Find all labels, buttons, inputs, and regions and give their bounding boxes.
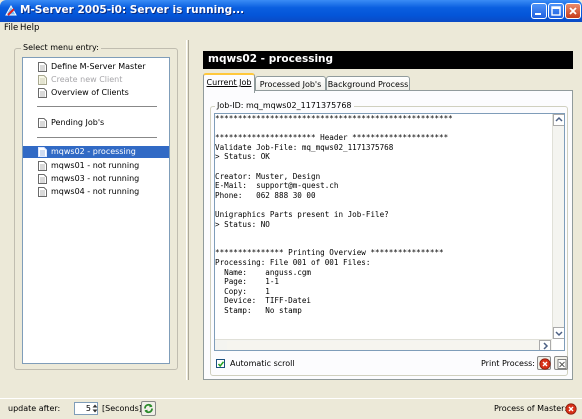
- sidebar-item-define-master[interactable]: Define M-Server Master: [23, 61, 169, 73]
- stop-icon: [539, 358, 551, 370]
- stop-master-button[interactable]: [564, 402, 578, 416]
- client-header: mqws02 - processing: [203, 51, 573, 69]
- scroll-right-button[interactable]: [539, 340, 551, 350]
- checkmark-icon: [217, 361, 225, 368]
- horizontal-scrollbar[interactable]: [215, 339, 552, 350]
- sidebar-item-label: mqws01 - not running: [51, 161, 140, 170]
- spinner-arrows-icon[interactable]: [92, 403, 98, 414]
- stop-icon: [565, 403, 577, 415]
- vertical-scrollbar[interactable]: [552, 114, 564, 339]
- job-id-legend: Job-ID: mq_mqws02_1171375768: [215, 101, 354, 110]
- job-log[interactable]: ****************************************…: [214, 113, 565, 351]
- menu-entry-list: Define M-Server Master Create new Client…: [22, 57, 170, 364]
- sidebar-item-mqws03[interactable]: mqws03 - not running: [23, 173, 169, 185]
- minimize-button[interactable]: [531, 3, 547, 19]
- refresh-button[interactable]: [141, 401, 156, 416]
- tab-current-job[interactable]: Current Job: [203, 73, 255, 93]
- scroll-up-button[interactable]: [553, 114, 564, 126]
- sidebar-item-label: Pending Job's: [51, 118, 105, 127]
- sidebar-item-mqws04[interactable]: mqws04 - not running: [23, 186, 169, 198]
- title-bar[interactable]: M-Server 2005-i0: Server is running...: [0, 0, 582, 22]
- close-icon: [569, 7, 577, 15]
- close-button[interactable]: [565, 3, 581, 19]
- arrow-down-icon: [555, 331, 563, 337]
- document-icon: [38, 174, 47, 184]
- update-interval-stepper[interactable]: 5: [74, 402, 98, 415]
- sidebar-item-label: mqws03 - not running: [51, 174, 140, 183]
- document-icon: [38, 147, 47, 157]
- maximize-button[interactable]: [548, 3, 564, 19]
- sidebar-item-label: mqws04 - not running: [51, 187, 140, 196]
- status-bar: update after: 5 [Seconds] Process of Mas…: [0, 398, 582, 419]
- arrow-right-icon: [543, 342, 549, 350]
- document-icon: [38, 62, 47, 72]
- master-process-label: Process of Master:: [494, 404, 568, 413]
- divider: [37, 106, 157, 108]
- window-title: M-Server 2005-i0: Server is running...: [20, 4, 245, 16]
- maximize-icon: [551, 6, 561, 16]
- autoscroll-checkbox[interactable]: [216, 359, 225, 368]
- horizontal-scroll-thumb[interactable]: [227, 341, 539, 350]
- menu-entry-legend: Select menu entry:: [21, 43, 101, 52]
- document-icon: [38, 161, 47, 171]
- sidebar-item-label: Create new Client: [51, 75, 123, 84]
- sidebar-item-mqws02[interactable]: mqws02 - processing: [23, 146, 169, 158]
- refresh-icon: [144, 403, 153, 414]
- menu-bar: File Help: [0, 22, 582, 34]
- app-icon: [5, 4, 17, 16]
- document-icon: [38, 118, 47, 128]
- update-after-label: update after:: [8, 404, 61, 413]
- sidebar-item-create-client[interactable]: Create new Client: [23, 74, 169, 86]
- sidebar-item-label: mqws02 - processing: [51, 147, 136, 156]
- document-icon: [38, 75, 47, 85]
- print-process-label: Print Process:: [481, 359, 535, 368]
- arrow-up-icon: [555, 116, 563, 122]
- tab-label: Current Job: [206, 78, 252, 87]
- client-header-title: mqws02 - processing: [208, 53, 334, 65]
- document-icon: [557, 359, 567, 369]
- document-icon: [38, 187, 47, 197]
- sidebar-item-overview-clients[interactable]: Overview of Clients: [23, 87, 169, 99]
- print-log-button[interactable]: [554, 356, 568, 370]
- stop-print-button[interactable]: [537, 356, 551, 370]
- scroll-down-button[interactable]: [553, 327, 564, 339]
- minimize-icon: [535, 13, 541, 15]
- job-log-text: ****************************************…: [215, 114, 453, 315]
- divider: [37, 137, 157, 139]
- update-interval-value: 5: [85, 404, 91, 413]
- sidebar-item-pending-jobs[interactable]: Pending Job's: [23, 117, 169, 129]
- sidebar-item-mqws01[interactable]: mqws01 - not running: [23, 160, 169, 172]
- autoscroll-label: Automatic scroll: [230, 359, 295, 368]
- tab-label: Processed Job's: [259, 80, 322, 89]
- tab-label: Background Process: [327, 80, 409, 89]
- sidebar-item-label: Overview of Clients: [51, 88, 129, 97]
- seconds-label: [Seconds]: [102, 404, 142, 413]
- menu-file[interactable]: File: [4, 23, 18, 33]
- document-icon: [38, 88, 47, 98]
- sidebar-item-label: Define M-Server Master: [51, 62, 146, 71]
- menu-help[interactable]: Help: [20, 23, 39, 33]
- panel-splitter[interactable]: [186, 40, 189, 380]
